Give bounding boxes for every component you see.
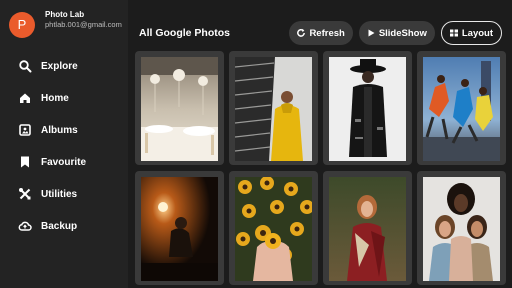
photo-candle-light — [141, 177, 218, 281]
photo-three-women — [423, 177, 500, 281]
photo-tile[interactable] — [135, 171, 224, 285]
avatar[interactable]: P — [9, 12, 35, 38]
bookmark-icon — [18, 155, 32, 169]
sidebar-item-label: Backup — [41, 220, 78, 232]
photo-yellow-hoodie — [235, 57, 312, 161]
sidebar-item-label: Explore — [41, 60, 78, 72]
sidebar-item-label: Utilities — [41, 188, 78, 200]
photo-dancers — [423, 57, 500, 161]
album-icon — [18, 123, 32, 137]
photo-tile[interactable] — [323, 51, 412, 165]
photo-sunflowers — [235, 177, 312, 281]
photo-tile[interactable] — [229, 171, 318, 285]
photo-tile[interactable] — [135, 51, 224, 165]
sidebar-item-favourite[interactable]: Favourite — [0, 146, 128, 178]
layout-button[interactable]: Layout — [440, 21, 502, 45]
photo-tile[interactable] — [417, 171, 506, 285]
account-name: Photo Lab — [45, 10, 85, 19]
slideshow-label: SlideShow — [378, 27, 427, 39]
slideshow-button[interactable]: SlideShow — [358, 21, 435, 45]
sidebar-item-utilities[interactable]: Utilities — [0, 178, 128, 210]
photo-woman-forest — [329, 177, 406, 281]
main-content: All Google Photos Refresh SlideShow Layo… — [128, 0, 512, 288]
sidebar-item-albums[interactable]: Albums — [0, 114, 128, 146]
sidebar: P Photo Lab phtlab.001@gmail.com Explore… — [0, 0, 128, 288]
page-title: All Google Photos — [139, 27, 230, 39]
sidebar-item-label: Home — [41, 92, 69, 104]
grid-icon — [449, 28, 459, 38]
search-icon — [18, 59, 32, 73]
photo-tile[interactable] — [417, 51, 506, 165]
layout-label: Layout — [461, 27, 493, 39]
play-icon — [366, 28, 376, 38]
cloud-icon — [18, 219, 32, 233]
sidebar-nav: Explore Home Albums Favourite Utilities — [0, 50, 128, 242]
photo-tile[interactable] — [323, 171, 412, 285]
sidebar-item-explore[interactable]: Explore — [0, 50, 128, 82]
sidebar-item-backup[interactable]: Backup — [0, 210, 128, 242]
sidebar-item-label: Albums — [41, 124, 78, 136]
refresh-label: Refresh — [309, 27, 345, 39]
home-icon — [18, 91, 32, 105]
account-email: phtlab.001@gmail.com — [45, 20, 122, 29]
sidebar-item-label: Favourite — [41, 156, 87, 168]
tools-icon — [18, 187, 32, 201]
refresh-button[interactable]: Refresh — [289, 21, 353, 45]
photo-banquet-hall — [141, 57, 218, 161]
toolbar: Refresh SlideShow Layout — [289, 21, 502, 45]
refresh-icon — [296, 28, 306, 38]
account-profile[interactable]: P Photo Lab phtlab.001@gmail.com — [9, 10, 129, 40]
photo-tile[interactable] — [229, 51, 318, 165]
photo-black-outfit — [329, 57, 406, 161]
sidebar-item-home[interactable]: Home — [0, 82, 128, 114]
